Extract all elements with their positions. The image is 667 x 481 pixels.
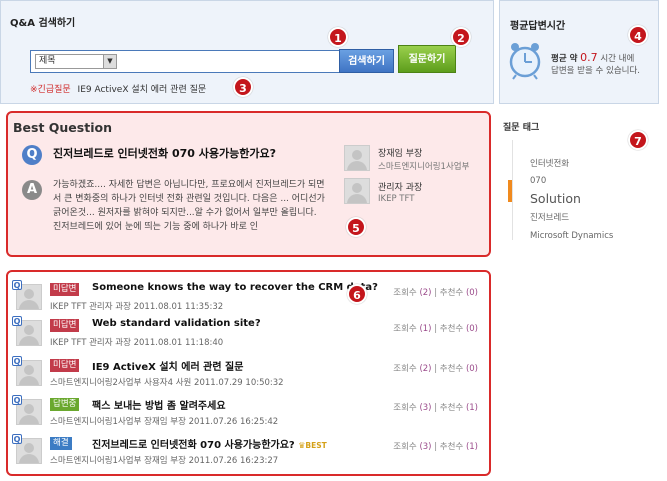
avg-line2: 답변을 받을 수 있습니다. xyxy=(551,66,641,76)
category-value: 제목 xyxy=(39,56,56,66)
list-item[interactable]: Q 답변중 팩스 보내는 방법 좀 알려주세요스마트엔지니어링1사업부 장재임 부장… xyxy=(12,395,482,431)
avg-title: 평균답변시간 xyxy=(510,21,566,32)
asker-org: 스마트엔지니어링1사업부 xyxy=(378,162,470,172)
tag-item[interactable]: 인터넷전화 xyxy=(530,157,569,169)
status-badge: 미답변 xyxy=(50,359,80,372)
callout-badge: 7 xyxy=(628,130,648,150)
view-count: (3) xyxy=(419,442,432,452)
question-mark-icon: Q xyxy=(12,316,22,326)
question-mark-icon: Q xyxy=(12,434,22,444)
question-title-link[interactable]: Someone knows the way to recover the CRM… xyxy=(92,282,378,293)
counts: 조회수 (2) | 추천수 (0) xyxy=(393,288,478,298)
status-badge: 해결 xyxy=(50,437,72,450)
ask-question-button[interactable]: 질문하기 xyxy=(398,45,456,73)
question-mark-icon: Q xyxy=(12,280,22,290)
clock-icon xyxy=(509,43,541,80)
search-input[interactable]: 제목 ▼ xyxy=(30,50,340,73)
best-badge: BEST xyxy=(305,441,327,450)
search-button[interactable]: 검색하기 xyxy=(339,49,394,73)
question-meta: IKEP TFT 관리자 과장 2011.08.01 11:18:40 xyxy=(50,338,224,348)
question-meta: 스마트엔지니어링2사업부 사용자4 사원 2011.07.29 10:50:32 xyxy=(50,378,284,388)
question-meta: 스마트엔지니어링1사업부 장재임 부장 2011.07.26 16:23:27 xyxy=(50,456,279,466)
best-answer-text: 가능하겠죠.... 자세한 답변은 아닙니다만, 프로요에서 진저브레드가 되면… xyxy=(53,180,325,232)
view-count: (2) xyxy=(419,364,432,374)
view-count: (1) xyxy=(419,324,432,334)
tag-item[interactable]: Microsoft Dynamics xyxy=(530,231,613,241)
answerer-name: 관리자 과장 xyxy=(378,183,423,193)
tag-item[interactable]: 진저브레드 xyxy=(530,211,569,223)
search-title: Q&A 검색하기 xyxy=(10,18,76,29)
tag-divider xyxy=(512,140,513,240)
counts: 조회수 (2) | 추천수 (0) xyxy=(393,364,478,374)
question-mark-icon: Q xyxy=(12,356,22,366)
callout-badge: 2 xyxy=(451,27,471,47)
avg-description: 평균 약 0.7 시간 내에 답변을 받을 수 있습니다. xyxy=(551,52,657,77)
answer-icon: A xyxy=(22,180,42,200)
counts: 조회수 (3) | 추천수 (1) xyxy=(393,403,478,413)
tag-item[interactable]: 070 xyxy=(530,176,546,186)
recommend-count: (1) xyxy=(465,403,478,413)
question-meta: 스마트엔지니어링1사업부 장재임 부장 2011.07.26 16:25:42 xyxy=(50,417,279,427)
recommend-count: (0) xyxy=(465,288,478,298)
question-mark-icon: Q xyxy=(12,395,22,405)
tag-item[interactable]: Solution xyxy=(530,191,581,206)
urgent-question-link[interactable]: IE9 ActiveX 설치 에러 관련 질문 xyxy=(78,85,207,95)
callout-badge: 6 xyxy=(347,284,367,304)
view-count: (3) xyxy=(419,403,432,413)
recommend-count: (0) xyxy=(465,364,478,374)
callout-badge: 5 xyxy=(346,217,366,237)
best-question-link[interactable]: 진저브레드로 인터넷전화 070 사용가능한가요? xyxy=(53,145,276,161)
recommend-count: (0) xyxy=(465,324,478,334)
counts: 조회수 (3) | 추천수 (1) xyxy=(393,442,478,452)
alert-icon: ※ xyxy=(30,85,38,95)
recommend-count: (1) xyxy=(465,442,478,452)
list-item[interactable]: Q 미답변 Web standard validation site? IKEP TF… xyxy=(12,316,482,352)
best-title: Best Question xyxy=(13,120,112,135)
list-item[interactable]: Q 미답변 Someone knows the way to recover the… xyxy=(12,280,482,316)
list-item[interactable]: Q 해결 진저브레드로 인터넷전화 070 사용가능한가요? ♛BEST 스마트엔지니… xyxy=(12,434,482,470)
urgent-question-row[interactable]: ※긴급질문 IE9 ActiveX 설치 에러 관련 질문 xyxy=(30,82,240,95)
callout-badge: 4 xyxy=(628,25,648,45)
avatar xyxy=(344,145,370,171)
tags-title: 질문 태그 xyxy=(503,123,540,133)
question-meta: IKEP TFT 관리자 과장 2011.08.01 11:35:32 xyxy=(50,302,224,312)
avatar xyxy=(344,178,370,204)
urgent-label: 긴급질문 xyxy=(37,85,71,95)
status-badge: 답변중 xyxy=(50,398,80,411)
question-title-link[interactable]: Web standard validation site? xyxy=(92,318,261,329)
answerer-org: IKEP TFT xyxy=(378,194,415,204)
category-select[interactable]: 제목 ▼ xyxy=(35,54,117,69)
question-title-link[interactable]: 팩스 보내는 방법 좀 알려주세요 xyxy=(92,397,226,412)
chevron-down-icon[interactable]: ▼ xyxy=(103,55,116,68)
status-badge: 미답변 xyxy=(50,283,80,296)
counts: 조회수 (1) | 추천수 (0) xyxy=(393,324,478,334)
status-badge: 미답변 xyxy=(50,319,80,332)
view-count: (2) xyxy=(419,288,432,298)
question-icon: Q xyxy=(22,145,42,165)
question-title-link[interactable]: IE9 ActiveX 설치 에러 관련 질문 xyxy=(92,358,243,373)
callout-badge: 1 xyxy=(328,27,348,47)
list-item[interactable]: Q 미답변 IE9 ActiveX 설치 에러 관련 질문스마트엔지니어링2사업부 … xyxy=(12,356,482,392)
avg-suffix: 시간 내에 xyxy=(600,54,635,64)
callout-badge: 3 xyxy=(233,77,253,97)
question-title-link[interactable]: 진저브레드로 인터넷전화 070 사용가능한가요? ♛BEST xyxy=(92,436,327,451)
avg-prefix: 평균 약 xyxy=(551,54,578,64)
avg-value: 0.7 xyxy=(580,51,598,64)
asker-name: 장재임 부장 xyxy=(378,149,423,159)
